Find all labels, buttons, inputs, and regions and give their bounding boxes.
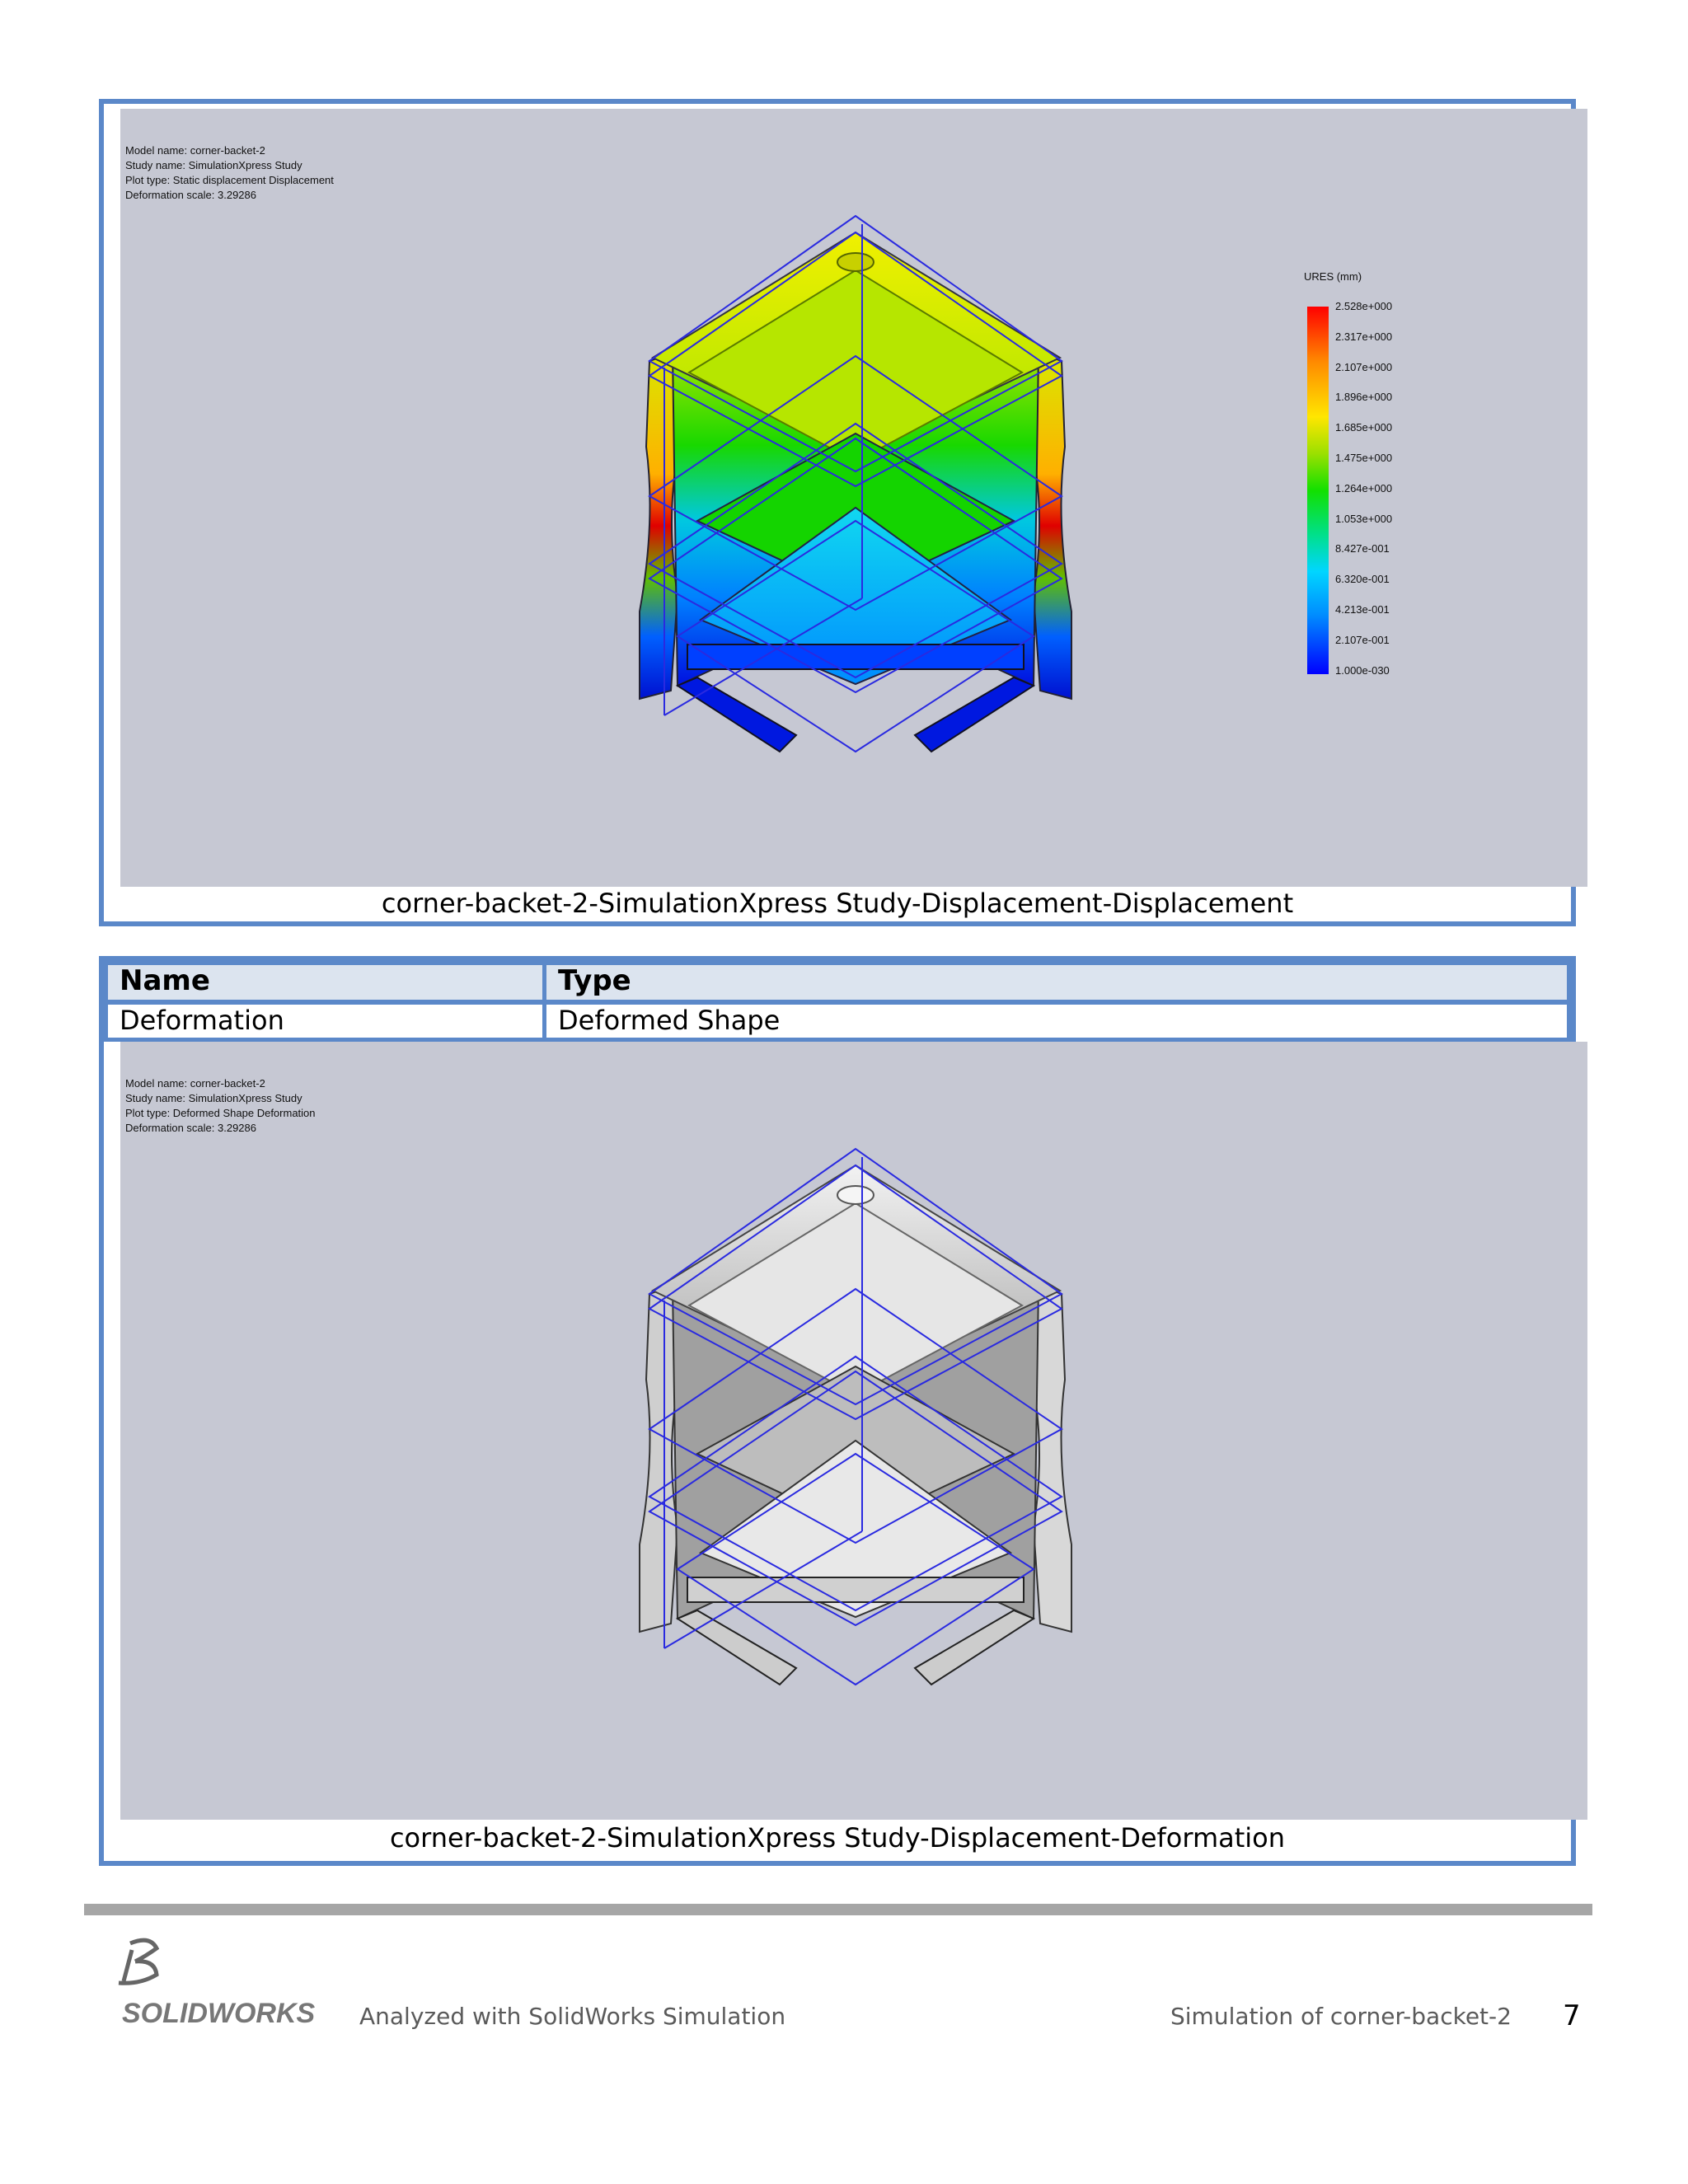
legend-value: 4.213e-001 xyxy=(1335,602,1390,616)
footer-simulation-title: Simulation of corner-backet-2 xyxy=(1170,2003,1512,2030)
legend-value: 2.107e+000 xyxy=(1335,360,1393,373)
legend-color-bar xyxy=(1307,307,1329,674)
legend-value: 8.427e-001 xyxy=(1335,542,1390,555)
ds-logo-icon: SOLIDWORKS xyxy=(118,1938,316,2029)
solidworks-logo: SOLIDWORKS xyxy=(99,1932,321,2031)
legend-value: 1.264e+000 xyxy=(1335,481,1393,494)
legend-value: 2.528e+000 xyxy=(1335,300,1393,312)
footer-analyzed-text: Analyzed with SolidWorks Simulation xyxy=(359,2003,786,2030)
logo-wordmark: SOLIDWORKS xyxy=(122,1998,316,2029)
legend-value: 1.685e+000 xyxy=(1335,421,1393,434)
legend-labels: 2.528e+000 2.317e+000 2.107e+000 1.896e+… xyxy=(1335,298,1392,692)
legend-value: 2.317e+000 xyxy=(1335,330,1393,343)
table-cell-name: Deformation xyxy=(104,1001,549,1042)
deformation-plot-panel: Name Type Deformation Deformed Shape Mod… xyxy=(99,956,1587,1866)
plot-caption: corner-backet-2-SimulationXpress Study-D… xyxy=(389,1822,1286,1854)
legend-value: 6.320e-001 xyxy=(1335,573,1390,586)
legend-value: 1.475e+000 xyxy=(1335,451,1393,464)
legend-value: 1.053e+000 xyxy=(1335,512,1393,525)
legend-value: 1.896e+000 xyxy=(1335,391,1393,404)
footer-divider xyxy=(84,1904,1592,1915)
legend-title: URES (mm) xyxy=(1304,270,1362,283)
legend-value: 2.107e-001 xyxy=(1335,633,1390,646)
displacement-plot-panel: Model name: corner-backet-2 Study name: … xyxy=(99,99,1587,926)
legend-value: 1.000e-030 xyxy=(1335,663,1390,677)
displacement-plot-viewport: Model name: corner-backet-2 Study name: … xyxy=(120,109,1587,887)
table-header-type: Type xyxy=(542,961,1571,1004)
table-cell-type: Deformed Shape xyxy=(542,1001,1571,1042)
plot-caption: corner-backet-2-SimulationXpress Study-D… xyxy=(381,888,1294,919)
deformation-plot-viewport: Model name: corner-backet-2 Study name: … xyxy=(120,1042,1587,1820)
plot-info-table: Name Type Deformation Deformed Shape xyxy=(104,961,1571,1042)
deformation-model-render xyxy=(639,1147,1072,1686)
table-header-name: Name xyxy=(104,961,549,1004)
page-number: 7 xyxy=(1563,1999,1581,2032)
